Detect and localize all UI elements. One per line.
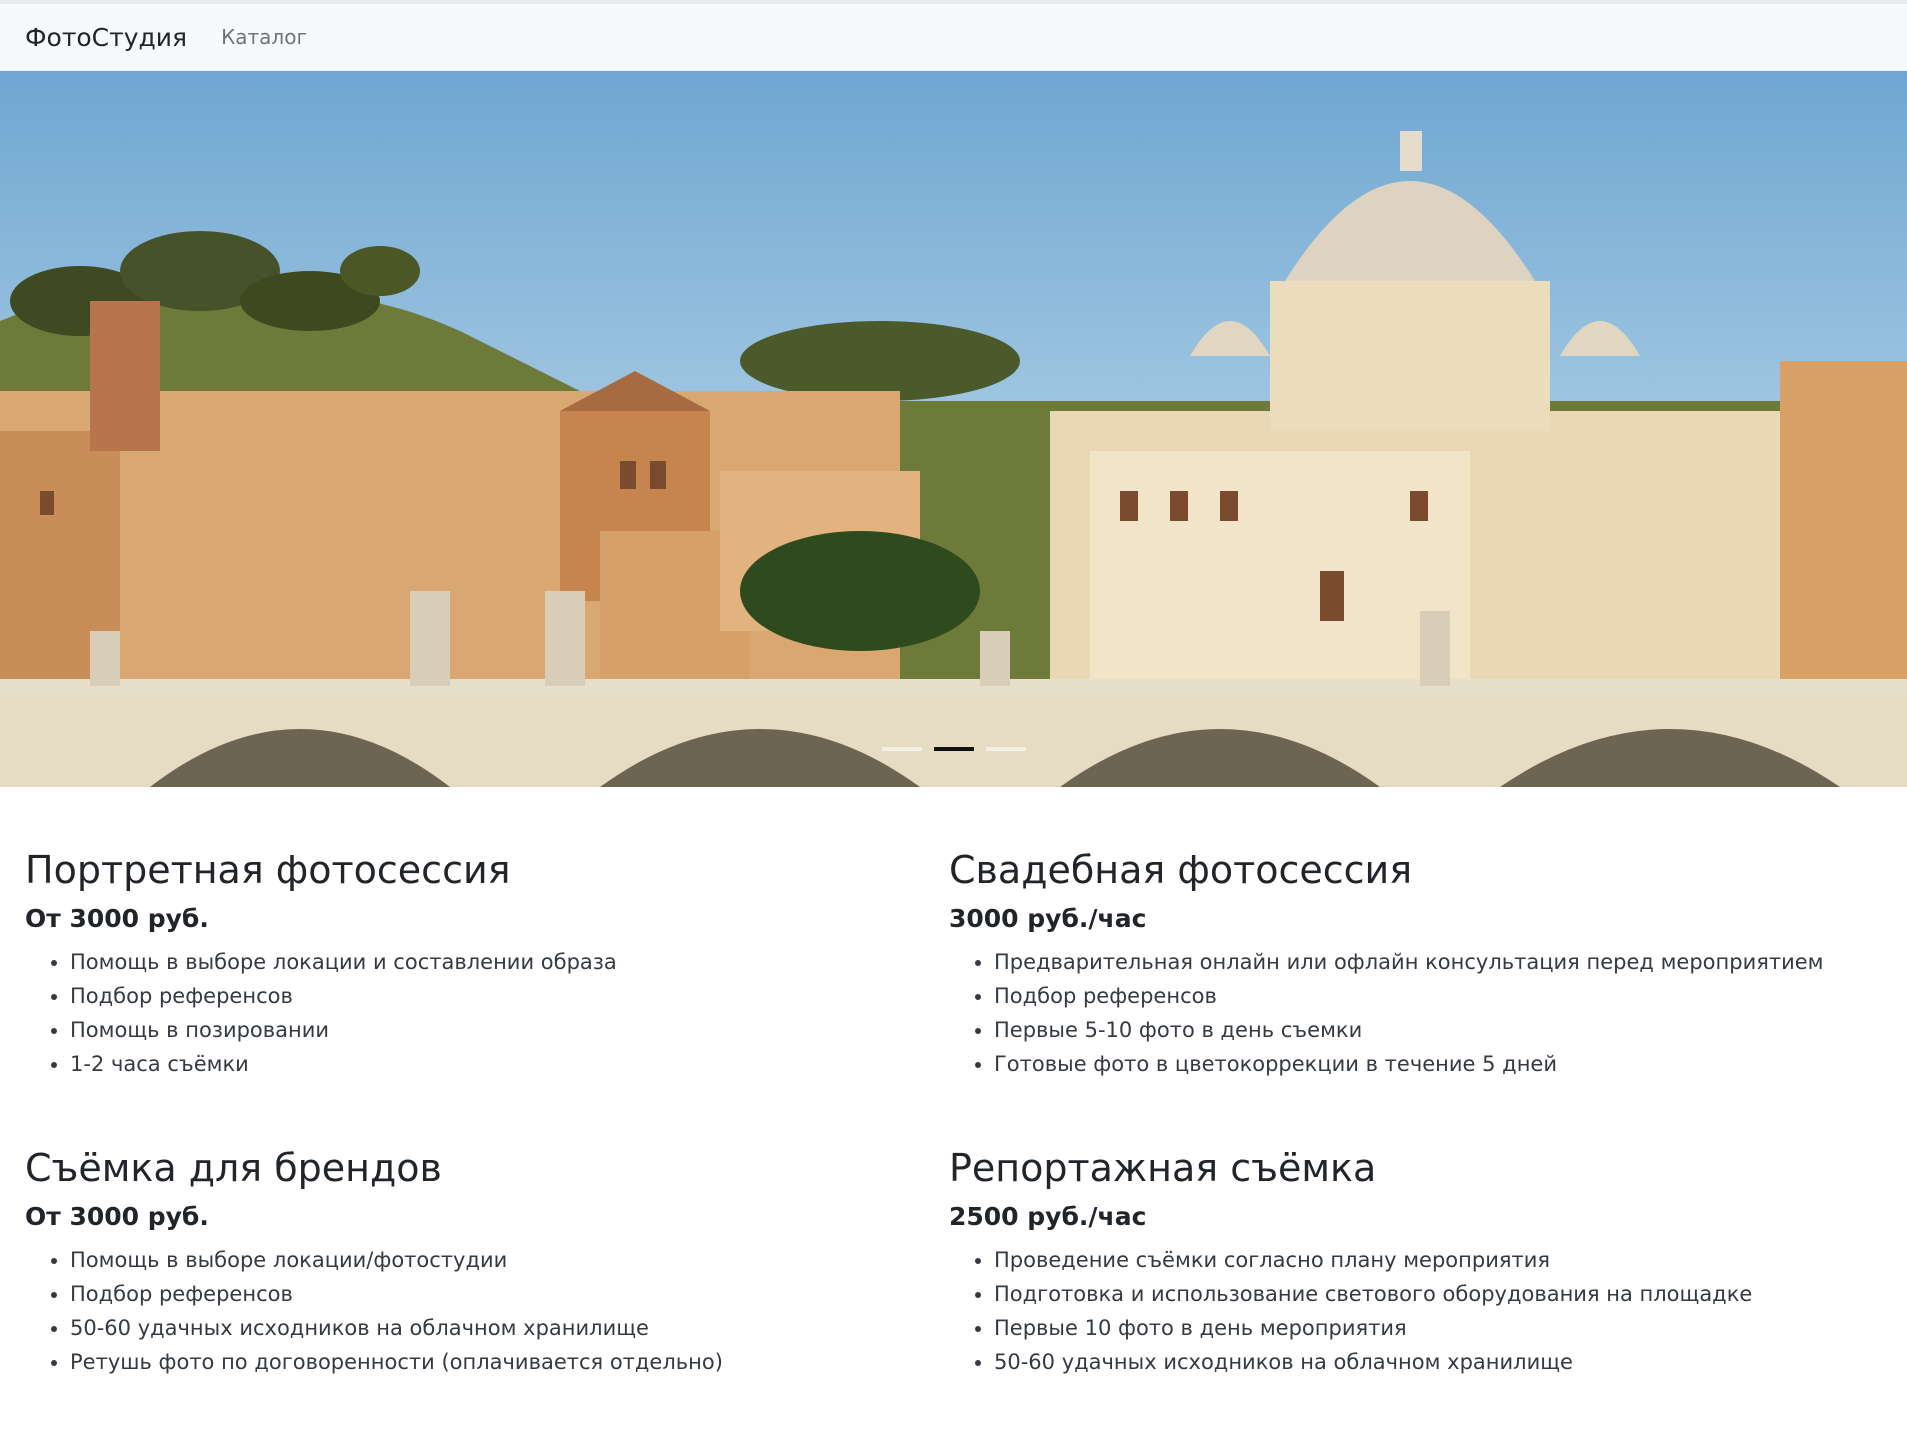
service-card-portrait: Портретная фотосессия От 3000 руб. Помощ…	[25, 847, 949, 1145]
navbar: ФотоСтудия Каталог	[0, 4, 1907, 71]
service-price: 2500 руб./час	[949, 1202, 1147, 1231]
carousel-indicator[interactable]	[985, 747, 1026, 751]
nav-link-catalog[interactable]: Каталог	[221, 25, 307, 49]
list-item: Помощь в позировании	[70, 1013, 949, 1047]
list-item: Подбор референсов	[70, 1277, 949, 1311]
list-item: 50-60 удачных исходников на облачном хра…	[70, 1311, 949, 1345]
feature-list: Помощь в выборе локации/фотостудии Подбо…	[25, 1243, 949, 1379]
feature-list: Проведение съёмки согласно плану меропри…	[949, 1243, 1873, 1379]
list-item: Проведение съёмки согласно плану меропри…	[994, 1243, 1873, 1277]
list-item: Подбор референсов	[70, 979, 949, 1013]
service-price: От 3000 руб.	[25, 1202, 209, 1231]
list-item: Предварительная онлайн или офлайн консул…	[994, 945, 1873, 979]
list-item: Первые 5-10 фото в день съемки	[994, 1013, 1873, 1047]
list-item: Помощь в выборе локации и составлении об…	[70, 945, 949, 979]
service-price: 3000 руб./час	[949, 904, 1147, 933]
list-item: Готовые фото в цветокоррекции в течение …	[994, 1047, 1873, 1081]
service-title: Репортажная съёмка	[949, 1146, 1377, 1190]
hero-image-rome	[0, 131, 1907, 787]
list-item: Помощь в выборе локации/фотостудии	[70, 1243, 949, 1277]
list-item: Ретушь фото по договоренности (оплачивае…	[70, 1345, 949, 1379]
hero-carousel[interactable]	[0, 71, 1907, 787]
list-item: Подготовка и использование светового обо…	[994, 1277, 1873, 1311]
service-title: Портретная фотосессия	[25, 848, 511, 892]
service-title: Съёмка для брендов	[25, 1146, 442, 1190]
service-title: Свадебная фотосессия	[949, 848, 1413, 892]
list-item: 1-2 часа съёмки	[70, 1047, 949, 1081]
list-item: Подбор референсов	[994, 979, 1873, 1013]
list-item: 50-60 удачных исходников на облачном хра…	[994, 1345, 1873, 1379]
carousel-indicator-active[interactable]	[933, 747, 974, 751]
feature-list: Помощь в выборе локации и составлении об…	[25, 945, 949, 1081]
service-card-reportage: Репортажная съёмка 2500 руб./час Проведе…	[949, 1145, 1873, 1443]
carousel-indicators	[0, 747, 1907, 751]
list-item: Первые 10 фото в день мероприятия	[994, 1311, 1873, 1345]
brand-link[interactable]: ФотоСтудия	[25, 23, 187, 52]
carousel-indicator[interactable]	[881, 747, 922, 751]
service-price: От 3000 руб.	[25, 904, 209, 933]
service-card-brands: Съёмка для брендов От 3000 руб. Помощь в…	[25, 1145, 949, 1443]
feature-list: Предварительная онлайн или офлайн консул…	[949, 945, 1873, 1081]
services-grid: Портретная фотосессия От 3000 руб. Помощ…	[0, 787, 1907, 1443]
service-card-wedding: Свадебная фотосессия 3000 руб./час Предв…	[949, 847, 1873, 1145]
